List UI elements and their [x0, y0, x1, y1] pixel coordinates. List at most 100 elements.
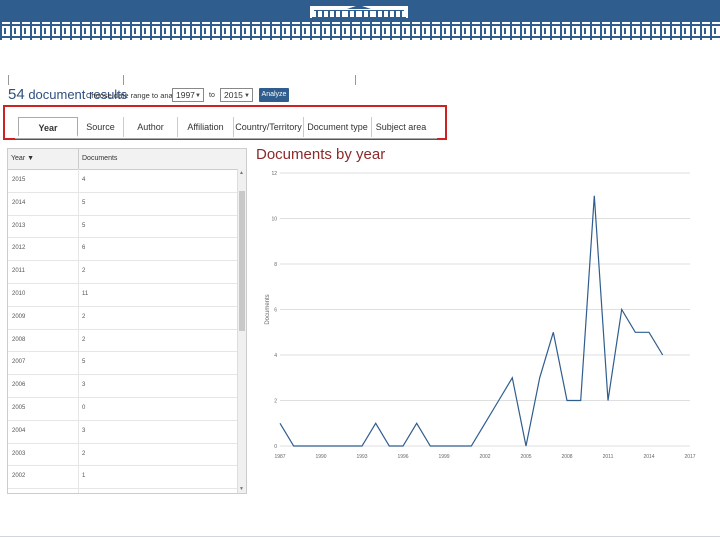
table-row[interactable]: 2005 0	[8, 397, 238, 421]
column-divider	[78, 149, 79, 169]
data-point[interactable]	[470, 444, 474, 448]
column-divider	[78, 169, 79, 192]
scroll-up-icon[interactable]: ▲	[239, 170, 244, 176]
data-point[interactable]	[552, 330, 556, 334]
data-point[interactable]	[593, 194, 597, 198]
data-point[interactable]	[374, 421, 378, 425]
data-point[interactable]	[538, 376, 542, 380]
table-row[interactable]: 2008 2	[8, 328, 238, 353]
data-point[interactable]	[634, 330, 638, 334]
data-point[interactable]	[647, 330, 651, 334]
to-label: to	[209, 92, 215, 99]
row-documents: 5	[82, 359, 86, 366]
to-year-value: 2015	[224, 90, 243, 100]
toolbar-separator	[8, 75, 9, 85]
row-year: 2011	[12, 268, 25, 275]
row-year: 2009	[12, 313, 26, 320]
data-point[interactable]	[347, 444, 351, 448]
tab-year[interactable]: Year	[18, 117, 78, 137]
data-point[interactable]	[565, 399, 569, 403]
row-year: 2012	[12, 245, 26, 252]
data-point[interactable]	[388, 444, 392, 448]
table-header: Year ▼ Documents	[8, 149, 246, 170]
data-point[interactable]	[415, 421, 419, 425]
table-row[interactable]: 2003 2	[8, 442, 238, 467]
row-documents: 3	[82, 427, 86, 434]
table-row[interactable]: 2010 11	[8, 283, 238, 307]
table-row[interactable]: 2015 4	[8, 169, 238, 193]
column-divider	[78, 328, 79, 352]
tab-affiliation[interactable]: Affiliation	[178, 117, 234, 137]
series-line	[279, 195, 664, 447]
data-point[interactable]	[306, 444, 310, 448]
parliament-building-icon	[302, 4, 416, 19]
data-point[interactable]	[497, 399, 501, 403]
data-point[interactable]	[278, 421, 282, 425]
y-tick-label: 10	[271, 217, 277, 223]
data-point[interactable]	[401, 444, 405, 448]
row-documents: 2	[82, 268, 86, 275]
data-point[interactable]	[606, 399, 610, 403]
column-header-documents[interactable]: Documents	[82, 155, 117, 162]
x-tick-label: 2008	[561, 454, 572, 460]
row-documents: 0	[82, 405, 86, 411]
from-year-select[interactable]: 1997 ▼	[172, 88, 204, 102]
table-row[interactable]: 2014 5	[8, 191, 238, 216]
table-row[interactable]: 2004 3	[8, 419, 238, 444]
y-tick-label: 8	[274, 262, 277, 268]
table-row[interactable]: 20010	[8, 488, 238, 493]
row-year: 2007	[12, 359, 26, 366]
x-tick-label: 2014	[643, 454, 654, 460]
data-point[interactable]	[333, 444, 337, 448]
data-point[interactable]	[292, 444, 296, 448]
row-year: 2015	[12, 177, 26, 183]
x-tick-label: 2005	[520, 454, 531, 460]
tab-document-type[interactable]: Document type	[304, 117, 372, 137]
table-scrollbar[interactable]: ▲ ▼	[237, 169, 246, 493]
column-divider	[78, 283, 79, 306]
row-year: 2003	[12, 450, 26, 457]
tab-subject-area[interactable]: Subject area	[372, 117, 430, 137]
row-year: 2006	[12, 382, 26, 389]
column-header-year[interactable]: Year ▼	[11, 155, 34, 162]
data-point[interactable]	[360, 444, 364, 448]
row-year: 2005	[12, 405, 26, 411]
chevron-down-icon: ▼	[244, 93, 250, 99]
analyze-button[interactable]: Analyze	[259, 88, 289, 102]
tab-source[interactable]: Source	[78, 117, 124, 137]
top-banner	[0, 0, 720, 22]
data-point[interactable]	[442, 444, 446, 448]
scrollbar-thumb[interactable]	[239, 191, 245, 331]
data-point[interactable]	[579, 399, 583, 403]
table-row[interactable]: 2011 2	[8, 260, 238, 284]
row-year: 2010	[12, 291, 26, 297]
table-row[interactable]: 2007 5	[8, 351, 238, 376]
tab-author[interactable]: Author	[124, 117, 178, 137]
column-divider	[78, 465, 79, 489]
table-row[interactable]: 2006 3	[8, 374, 238, 398]
data-point[interactable]	[319, 444, 323, 448]
tab-country-territory[interactable]: Country/Territory	[234, 117, 304, 137]
x-tick-label: 2011	[603, 454, 614, 460]
table-row[interactable]: 2009 2	[8, 305, 238, 330]
x-tick-label: 1993	[356, 454, 367, 460]
data-point[interactable]	[483, 421, 487, 425]
data-point[interactable]	[511, 376, 515, 380]
to-year-select[interactable]: 2015 ▼	[220, 88, 253, 102]
data-point[interactable]	[524, 444, 528, 448]
y-tick-label: 6	[274, 308, 277, 314]
scroll-down-icon[interactable]: ▼	[239, 486, 244, 492]
x-tick-label: 1999	[438, 454, 449, 460]
data-point[interactable]	[456, 444, 460, 448]
column-divider	[78, 374, 79, 397]
x-tick-label: 2017	[684, 454, 695, 460]
data-point[interactable]	[429, 444, 433, 448]
row-documents: 2	[82, 336, 86, 343]
row-documents: 11	[82, 291, 89, 297]
table-row[interactable]: 2012 6	[8, 237, 238, 262]
table-row[interactable]: 2013 5	[8, 214, 238, 239]
data-point[interactable]	[661, 353, 665, 357]
data-point[interactable]	[620, 308, 624, 312]
y-axis-label: Documents	[265, 294, 271, 324]
table-row[interactable]: 2002 1	[8, 465, 238, 490]
